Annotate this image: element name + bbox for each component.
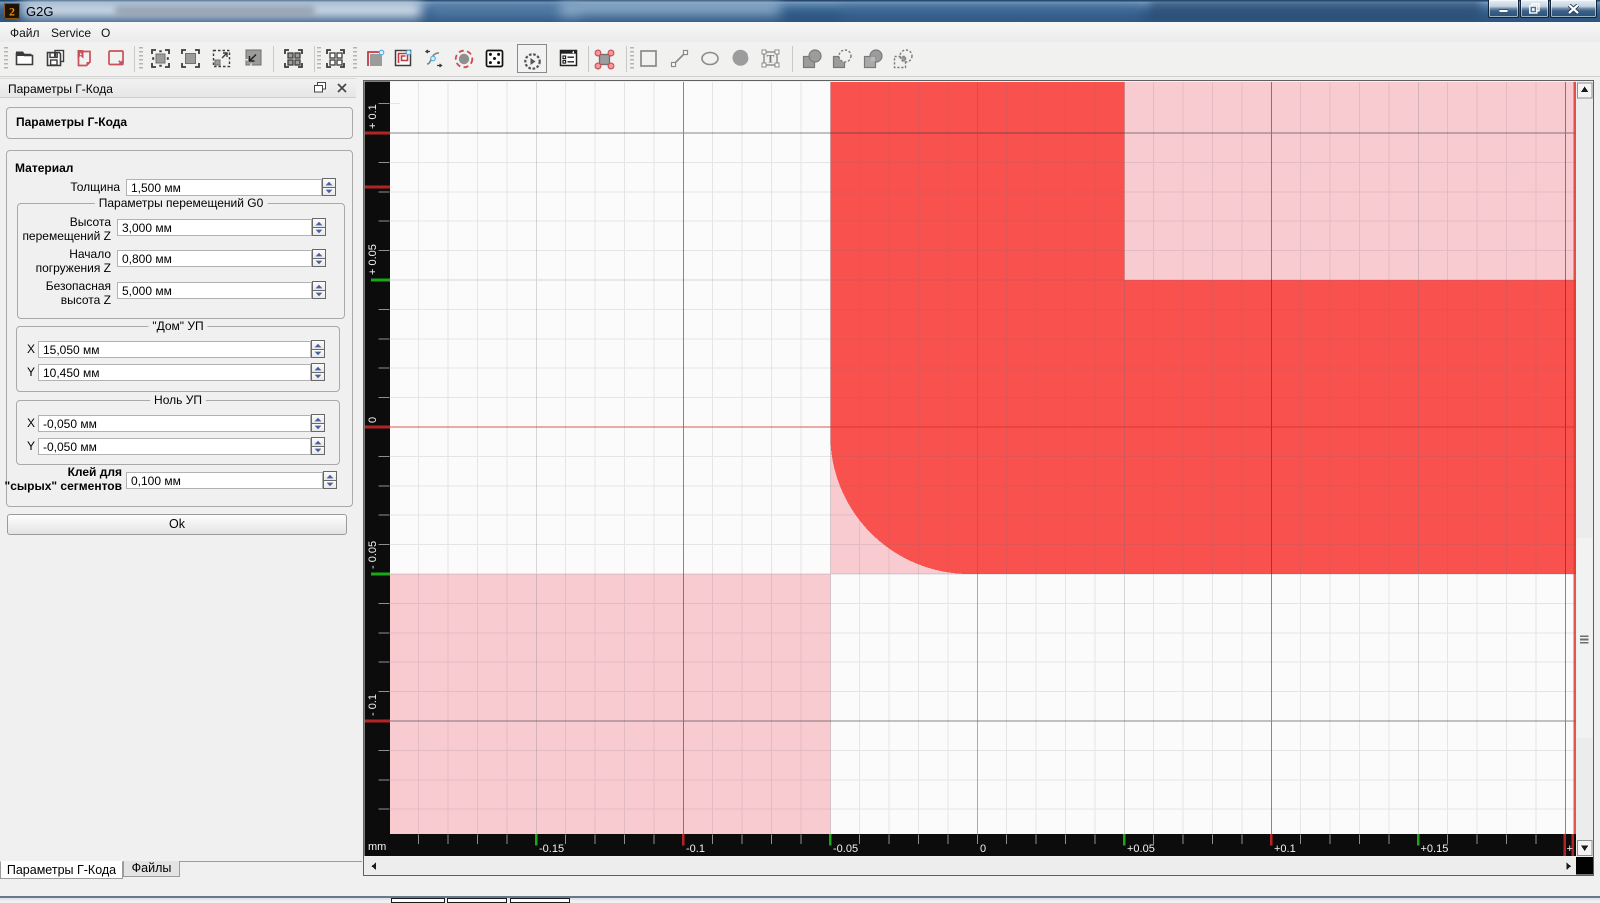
svg-text:+ 0.1: + 0.1 [367, 104, 379, 129]
svg-text:2: 2 [9, 5, 15, 19]
svg-text:- 0.1: - 0.1 [367, 694, 379, 716]
svg-text:0: 0 [980, 843, 986, 855]
svg-text:-0.05: -0.05 [833, 843, 858, 855]
svg-text:+0.05: +0.05 [1127, 843, 1155, 855]
svg-text:-0.15: -0.15 [539, 843, 564, 855]
svg-text:T: T [767, 54, 775, 66]
svg-text:0: 0 [367, 417, 379, 423]
svg-text:+0.15: +0.15 [1421, 843, 1449, 855]
svg-text:mm: mm [368, 841, 386, 853]
svg-text:+: + [1567, 843, 1573, 855]
svg-text:+ 0.05: + 0.05 [367, 244, 379, 275]
svg-text:+0.1: +0.1 [1274, 843, 1296, 855]
svg-text:- 0.05: - 0.05 [367, 541, 379, 569]
svg-text:-0.1: -0.1 [686, 843, 705, 855]
